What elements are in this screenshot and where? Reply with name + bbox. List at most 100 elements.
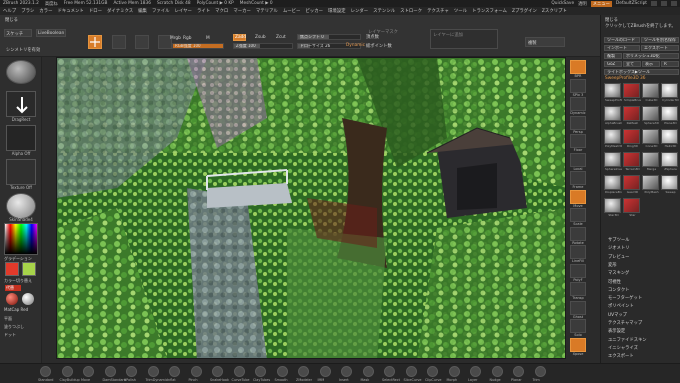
tool-tile[interactable]: SweepProfile3D bbox=[604, 83, 622, 102]
tool-tile[interactable]: SimpleBrush bbox=[623, 83, 641, 102]
alpha-thumbnail[interactable] bbox=[6, 125, 36, 151]
menu-item[interactable]: ライト bbox=[197, 8, 210, 14]
subpalette-item[interactable]: マスキング bbox=[608, 270, 629, 276]
shelf-button-scale[interactable] bbox=[570, 208, 586, 222]
tool-tile[interactable]: Terrain3D bbox=[623, 152, 640, 171]
color-fill-label[interactable]: 塗りつぶし bbox=[4, 324, 24, 330]
menu-item[interactable]: ヘルプ bbox=[3, 8, 16, 14]
z-intensity-slider[interactable]: Z強度 100 bbox=[233, 43, 293, 49]
brush-slot[interactable] bbox=[405, 366, 417, 377]
brush-slot[interactable] bbox=[147, 366, 159, 377]
move-mode-button[interactable] bbox=[112, 35, 126, 49]
menu-item[interactable]: ダイナミクス bbox=[107, 8, 133, 14]
menu-item[interactable]: レンダー bbox=[351, 8, 369, 14]
tool-tile[interactable]: Star3D bbox=[604, 198, 621, 217]
menu-item[interactable]: ドキュメント bbox=[57, 8, 83, 14]
menu-item[interactable]: レイヤー bbox=[175, 8, 192, 14]
tool-tile[interactable]: Cylinder3D bbox=[661, 83, 679, 102]
subpalette-item[interactable]: 可視性 bbox=[608, 279, 621, 285]
shelf-button-persp[interactable] bbox=[570, 115, 586, 130]
tool-tile[interactable]: Sweep bbox=[661, 175, 678, 194]
brush-slot[interactable] bbox=[470, 366, 481, 377]
draw-mode-button[interactable] bbox=[88, 35, 102, 49]
matcap-red-icon[interactable] bbox=[6, 293, 18, 305]
lightbox-tools-button[interactable]: ライトボックス▶ツール bbox=[604, 69, 679, 75]
brush-slot[interactable] bbox=[61, 366, 73, 377]
menu-item[interactable]: ピッカー bbox=[305, 8, 323, 14]
menu-item[interactable]: ツール bbox=[454, 8, 467, 14]
subpalette-item[interactable]: 表示設定 bbox=[608, 328, 625, 334]
shelf-button-floor[interactable] bbox=[570, 134, 586, 148]
menu-item[interactable]: ステンシル bbox=[373, 8, 395, 14]
brush-slot[interactable] bbox=[126, 366, 137, 377]
flat-label[interactable]: 平面 bbox=[4, 316, 12, 322]
brush-slot[interactable] bbox=[341, 366, 352, 377]
liveboolean-button[interactable]: LiveBoolean bbox=[36, 29, 66, 37]
brush-slot[interactable] bbox=[513, 366, 524, 377]
tool-tile[interactable]: PolyMesh bbox=[642, 175, 659, 194]
clone-button[interactable]: 複製 bbox=[604, 53, 622, 59]
brush-sphere-icon[interactable] bbox=[6, 60, 36, 84]
subpalette-item[interactable]: イニシャライズ bbox=[608, 345, 638, 351]
menu-item[interactable]: ブラシ bbox=[21, 8, 34, 14]
brush-slot[interactable] bbox=[427, 366, 438, 377]
shelf-button-local[interactable] bbox=[570, 152, 586, 167]
tool-tile[interactable]: Sphere3D bbox=[642, 106, 659, 125]
close-label[interactable]: 閉じる bbox=[5, 17, 18, 23]
make-polymesh-button[interactable]: ポリメッシュ3D化 bbox=[623, 53, 679, 59]
menus-button[interactable]: メニュー bbox=[590, 0, 612, 7]
brush-slot[interactable] bbox=[448, 366, 460, 377]
brush-slot[interactable] bbox=[534, 366, 546, 377]
alternate-button[interactable]: 代替 bbox=[5, 285, 21, 291]
dots-label[interactable]: ドット bbox=[4, 332, 16, 338]
tool-tile[interactable]: Merge bbox=[642, 152, 659, 171]
maximize-icon[interactable] bbox=[661, 1, 667, 6]
matcap-white-icon[interactable] bbox=[22, 293, 34, 305]
brush-slot[interactable] bbox=[169, 366, 180, 377]
goz-button[interactable]: GoZ bbox=[604, 61, 622, 67]
default-script-button[interactable]: DefaultZScript bbox=[616, 1, 647, 6]
subpalette-item[interactable]: ユニファイドスキン bbox=[608, 337, 647, 343]
subpalette-item[interactable]: テクスチャマップ bbox=[608, 320, 642, 326]
save-as-button[interactable]: ツールを別名保存 bbox=[641, 37, 679, 43]
menu-item[interactable]: マーカー bbox=[233, 8, 251, 14]
load-tool-button[interactable]: ツールのロード bbox=[604, 37, 640, 43]
menu-item[interactable]: ムービー bbox=[283, 8, 301, 14]
symmetry-label[interactable]: シンメトリを有効 bbox=[6, 47, 40, 53]
brush-slot[interactable] bbox=[104, 366, 116, 377]
secondary-color-swatch[interactable] bbox=[22, 262, 36, 276]
close-icon[interactable] bbox=[671, 1, 677, 6]
goz-all-button[interactable]: 全て bbox=[623, 61, 641, 67]
menu-item[interactable]: ドロー bbox=[89, 8, 102, 14]
brush-slot[interactable] bbox=[319, 366, 331, 377]
tool-tile[interactable]: Star bbox=[623, 198, 640, 217]
menu-item[interactable]: カラー bbox=[39, 8, 52, 14]
tool-tile[interactable]: Ring3D bbox=[623, 129, 640, 148]
subpalette-item[interactable]: ジオメトリ bbox=[608, 245, 629, 251]
menu-item[interactable]: トランスフォーム bbox=[472, 8, 507, 14]
tool-tile[interactable]: PolyMesh3D bbox=[604, 129, 622, 148]
tool-tile[interactable]: AlphaBrush bbox=[604, 106, 622, 125]
subpalette-item[interactable]: サブツール bbox=[608, 237, 629, 243]
zadd-toggle[interactable]: Zadd bbox=[233, 34, 246, 41]
subpalette-item[interactable]: モーフターゲット bbox=[608, 295, 642, 301]
menu-item[interactable]: Zスクリプト bbox=[542, 8, 567, 14]
export-button[interactable]: エクスポート bbox=[641, 45, 679, 51]
dynamic-toggle[interactable]: Dynamic bbox=[346, 43, 365, 48]
mrgb-toggle[interactable]: Mrgb bbox=[170, 36, 181, 41]
color-picker[interactable] bbox=[4, 223, 38, 255]
scale-mode-button[interactable] bbox=[135, 35, 149, 49]
minimize-icon[interactable] bbox=[651, 1, 657, 6]
brush-slot[interactable] bbox=[190, 366, 202, 377]
tool-tile[interactable]: Plane3D bbox=[661, 106, 678, 125]
shelf-button-ghost[interactable] bbox=[570, 300, 586, 315]
focal-shift-slider[interactable]: 焦点シフト 0 bbox=[297, 34, 361, 40]
shelf-button-bpr[interactable] bbox=[570, 60, 586, 74]
main-color-swatch[interactable] bbox=[5, 262, 19, 276]
brush-slot[interactable] bbox=[384, 366, 395, 377]
shelf-button-transp[interactable] bbox=[570, 282, 586, 296]
zcut-toggle[interactable]: Zcut bbox=[276, 35, 286, 40]
brush-slot[interactable] bbox=[255, 366, 266, 377]
menu-item[interactable]: ファイル bbox=[152, 8, 170, 14]
tool-tile[interactable]: Gear3D bbox=[623, 175, 640, 194]
